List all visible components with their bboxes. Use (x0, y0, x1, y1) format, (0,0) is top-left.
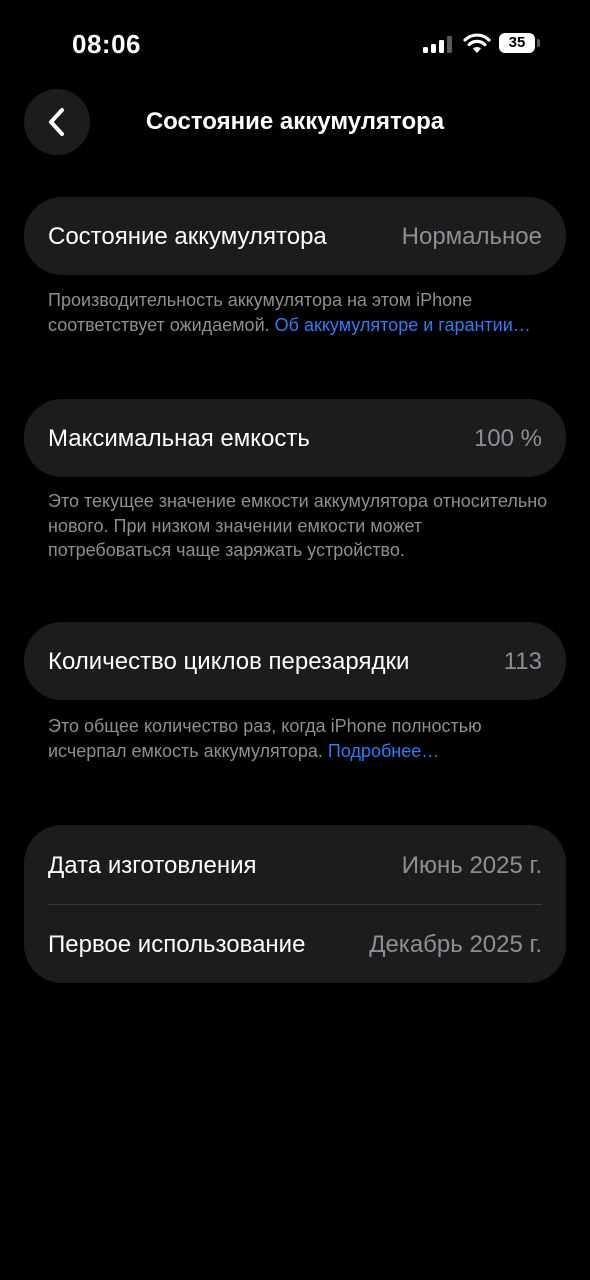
battery-health-footnote: Производительность аккумулятора на этом … (48, 288, 548, 337)
battery-percent: 35 (499, 33, 535, 53)
battery-health-card: Состояние аккумулятора Нормальное (24, 197, 566, 275)
battery-warranty-link[interactable]: Об аккумуляторе и гарантии… (275, 315, 531, 335)
cellular-signal-icon (423, 36, 453, 53)
first-use-row[interactable]: Первое использование Декабрь 2025 г. (24, 904, 566, 983)
status-time: 08:06 (72, 29, 141, 59)
max-capacity-footnote: Это текущее значение емкости аккумулятор… (48, 491, 548, 560)
cycle-count-label: Количество циклов перезарядки (48, 648, 410, 675)
cycle-count-row[interactable]: Количество циклов перезарядки 113 (24, 622, 566, 700)
first-use-value: Декабрь 2025 г. (369, 931, 542, 958)
manufacture-date-value: Июнь 2025 г. (401, 852, 542, 879)
battery-health-row[interactable]: Состояние аккумулятора Нормальное (24, 197, 566, 275)
cycle-count-card: Количество циклов перезарядки 113 (24, 622, 566, 700)
first-use-label: Первое использование (48, 931, 306, 958)
cycle-count-value: 113 (503, 648, 542, 675)
max-capacity-card: Максимальная емкость 100 % (24, 399, 566, 477)
chevron-left-icon (49, 108, 64, 136)
max-capacity-row[interactable]: Максимальная емкость 100 % (24, 399, 566, 477)
dates-card: Дата изготовления Июнь 2025 г. Первое ис… (24, 825, 566, 983)
manufacture-date-row[interactable]: Дата изготовления Июнь 2025 г. (24, 825, 566, 904)
battery-icon: 35 (499, 33, 541, 53)
status-bar: 08:06 35 (0, 0, 590, 88)
learn-more-link[interactable]: Подробнее… (328, 741, 439, 761)
page-title: Состояние аккумулятора (145, 108, 445, 135)
battery-health-value: Нормальное (401, 223, 542, 250)
cycle-count-footnote: Это общее количество раз, когда iPhone п… (48, 714, 548, 763)
back-button[interactable] (24, 89, 90, 155)
navigation-bar: Состояние аккумулятора (0, 88, 590, 158)
battery-health-label: Состояние аккумулятора (48, 223, 327, 250)
manufacture-date-label: Дата изготовления (48, 852, 257, 879)
max-capacity-label: Максимальная емкость (48, 425, 310, 452)
max-capacity-value: 100 % (473, 425, 542, 452)
wifi-icon (463, 32, 491, 54)
